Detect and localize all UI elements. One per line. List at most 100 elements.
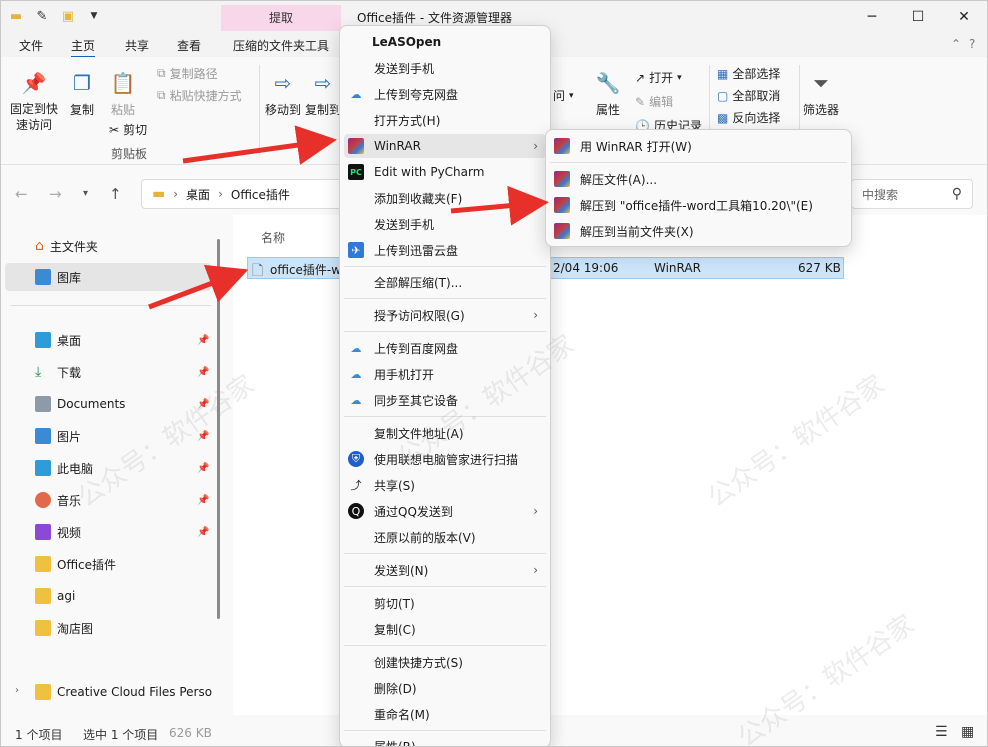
cut-button[interactable]: ✂ 剪切 bbox=[109, 121, 147, 138]
menu-item-grant-access[interactable]: 授予访问权限(G) › bbox=[344, 303, 546, 327]
filter-button[interactable]: ⏷ 筛选器 bbox=[803, 69, 839, 118]
tab-view[interactable]: 查看 bbox=[177, 37, 201, 54]
tab-file[interactable]: 文件 bbox=[19, 37, 43, 54]
close-button[interactable]: ✕ bbox=[941, 1, 987, 33]
nav-item-office-plugin[interactable]: Office插件 bbox=[35, 553, 215, 575]
menu-item-cut[interactable]: 剪切(T) bbox=[344, 591, 546, 615]
edit-button[interactable]: ✎ 编辑 bbox=[635, 93, 673, 110]
breadcrumb-desktop[interactable]: 桌面 bbox=[186, 186, 210, 203]
new-folder-icon[interactable]: ▣ bbox=[59, 7, 77, 25]
nav-item-music[interactable]: 音乐 📌 bbox=[35, 489, 215, 511]
submenu-extract-to-folder[interactable]: 解压到 "office插件-word工具箱10.20\"(E) bbox=[550, 193, 847, 217]
access-partial-button[interactable]: 问 ▾ bbox=[553, 87, 574, 104]
xunlei-icon: ✈ bbox=[348, 242, 364, 258]
nav-item-this-pc[interactable]: 此电脑 📌 bbox=[35, 457, 215, 479]
copy-to-button[interactable]: ⇨ 复制到 bbox=[305, 69, 341, 118]
tab-share[interactable]: 共享 bbox=[125, 37, 149, 54]
search-icon[interactable]: ⚲ bbox=[952, 186, 962, 202]
contextual-tab-extract[interactable]: 提取 bbox=[221, 5, 341, 31]
menu-header-leasopen[interactable]: LeASOpen bbox=[372, 30, 441, 54]
menu-separator bbox=[344, 416, 546, 417]
up-arrow-icon[interactable]: ↑ bbox=[109, 185, 122, 203]
nav-item-videos[interactable]: 视频 📌 bbox=[35, 521, 215, 543]
nav-item-taodian[interactable]: 淘店图 bbox=[35, 617, 215, 639]
menu-item-send-to-phone-2[interactable]: 发送到手机 bbox=[344, 212, 546, 236]
nav-item-gallery[interactable]: 图库 bbox=[35, 266, 215, 288]
menu-item-send-to-phone[interactable]: 发送到手机 bbox=[344, 56, 546, 80]
menu-item-winrar[interactable]: WinRAR › bbox=[344, 134, 546, 158]
tab-compressed-tools[interactable]: 压缩的文件夹工具 bbox=[233, 37, 329, 54]
nav-item-desktop[interactable]: 桌面 📌 bbox=[35, 329, 215, 351]
properties-icon[interactable]: ✎ bbox=[33, 7, 51, 25]
expand-chevron-icon[interactable]: › bbox=[15, 685, 19, 696]
collapse-ribbon-icon[interactable]: ⌃ bbox=[951, 37, 961, 51]
move-to-button[interactable]: ⇨ 移动到 bbox=[263, 69, 303, 118]
menu-item-baidu-upload[interactable]: ☁ 上传到百度网盘 bbox=[344, 336, 546, 360]
submenu-extract-files[interactable]: 解压文件(A)... bbox=[550, 167, 847, 191]
invert-selection-button[interactable]: ▩ 反向选择 bbox=[717, 109, 780, 126]
baidu-cloud-icon: ☁ bbox=[350, 341, 362, 355]
menu-item-copy-address[interactable]: 复制文件地址(A) bbox=[344, 421, 546, 445]
select-none-label: 全部取消 bbox=[732, 89, 781, 103]
menu-item-delete[interactable]: 删除(D) bbox=[344, 676, 546, 700]
chevron-down-icon: ▾ bbox=[677, 72, 682, 83]
menu-item-xunlei-upload[interactable]: ✈ 上传到迅雷云盘 bbox=[344, 238, 546, 262]
details-view-icon[interactable]: ☰ bbox=[935, 724, 948, 740]
menu-item-extract-all[interactable]: 全部解压缩(T)... bbox=[344, 270, 546, 294]
copy-button[interactable]: ❐ 复制 bbox=[65, 69, 99, 118]
menu-item-create-shortcut[interactable]: 创建快捷方式(S) bbox=[344, 650, 546, 674]
menu-item-send-to[interactable]: 发送到(N) › bbox=[344, 558, 546, 582]
open-button[interactable]: ↗ 打开 ▾ bbox=[635, 69, 682, 86]
menu-item-properties[interactable]: 属性(R) bbox=[344, 734, 546, 747]
back-arrow-icon[interactable]: ← bbox=[15, 185, 28, 203]
select-all-button[interactable]: ▦ 全部选择 bbox=[717, 65, 780, 82]
menu-item-restore-versions[interactable]: 还原以前的版本(V) bbox=[344, 525, 546, 549]
nav-scrollbar[interactable] bbox=[217, 239, 220, 619]
edit-label: 编辑 bbox=[649, 95, 674, 109]
menu-item-quark-upload[interactable]: ☁ 上传到夸克网盘 bbox=[344, 82, 546, 106]
menu-item-pycharm[interactable]: PC Edit with PyCharm bbox=[344, 160, 546, 184]
paste-button[interactable]: 📋 粘贴 bbox=[105, 69, 141, 118]
tiles-view-icon[interactable]: ▦ bbox=[961, 724, 974, 740]
select-none-button[interactable]: ▢ 全部取消 bbox=[717, 87, 780, 104]
menu-item-open-on-phone[interactable]: ☁ 用手机打开 bbox=[344, 362, 546, 386]
nav-item-home[interactable]: ⌂ 主文件夹 bbox=[35, 235, 215, 257]
menu-item-sync-devices[interactable]: ☁ 同步至其它设备 bbox=[344, 388, 546, 412]
paste-label: 粘贴 bbox=[110, 103, 135, 117]
submenu-extract-here[interactable]: 解压到当前文件夹(X) bbox=[550, 219, 847, 243]
status-size: 626 KB bbox=[169, 726, 212, 740]
nav-item-agi[interactable]: agi bbox=[35, 585, 215, 607]
minimize-button[interactable]: ─ bbox=[849, 1, 895, 33]
nav-item-pictures[interactable]: 图片 📌 bbox=[35, 425, 215, 447]
nav-item-documents[interactable]: Documents 📌 bbox=[35, 393, 215, 415]
chevron-down-icon[interactable]: ▼ bbox=[85, 7, 103, 25]
menu-item-rename[interactable]: 重命名(M) bbox=[344, 702, 546, 726]
file-size: 627 KB bbox=[798, 261, 841, 275]
help-icon[interactable]: ? bbox=[969, 37, 975, 51]
copy-path-button[interactable]: ⧉ 复制路径 bbox=[157, 65, 218, 82]
menu-item-open-with[interactable]: 打开方式(H) bbox=[344, 108, 546, 132]
properties-button[interactable]: 🔧 属性 bbox=[591, 69, 625, 118]
menu-item-qq-send[interactable]: Q 通过QQ发送到 › bbox=[344, 499, 546, 523]
computer-icon bbox=[35, 460, 51, 476]
search-input[interactable]: 中搜索 ⚲ bbox=[851, 179, 973, 209]
menu-item-lenovo-scan[interactable]: ⛨ 使用联想电脑管家进行扫描 bbox=[344, 447, 546, 471]
menu-item-copy[interactable]: 复制(C) bbox=[344, 617, 546, 641]
nav-item-creative-cloud[interactable]: Creative Cloud Files Person bbox=[35, 681, 215, 703]
blank-icon bbox=[348, 562, 364, 578]
tab-home[interactable]: 主页 bbox=[71, 37, 96, 58]
menu-label: 使用联想电脑管家进行扫描 bbox=[374, 452, 519, 467]
nav-item-downloads[interactable]: ⤓ 下载 📌 bbox=[35, 361, 215, 383]
pin-icon: 📌 bbox=[197, 366, 210, 378]
submenu-open-with-winrar[interactable]: 用 WinRAR 打开(W) bbox=[550, 134, 847, 158]
forward-arrow-icon[interactable]: → bbox=[49, 185, 62, 203]
maximize-button[interactable]: ☐ bbox=[895, 1, 941, 33]
menu-item-add-favorites[interactable]: 添加到收藏夹(F) bbox=[344, 186, 546, 210]
menu-item-share[interactable]: ⤴ 共享(S) bbox=[344, 473, 546, 497]
column-header-name[interactable]: 名称 bbox=[261, 229, 285, 246]
recent-chevron-icon[interactable]: ▾ bbox=[83, 188, 88, 199]
select-all-label: 全部选择 bbox=[732, 67, 781, 81]
breadcrumb-office-plugin[interactable]: Office插件 bbox=[231, 186, 290, 203]
paste-shortcut-button[interactable]: ⧉ 粘贴快捷方式 bbox=[157, 87, 242, 104]
pin-quick-access-button[interactable]: 📌 固定到快速访问 bbox=[7, 69, 61, 133]
